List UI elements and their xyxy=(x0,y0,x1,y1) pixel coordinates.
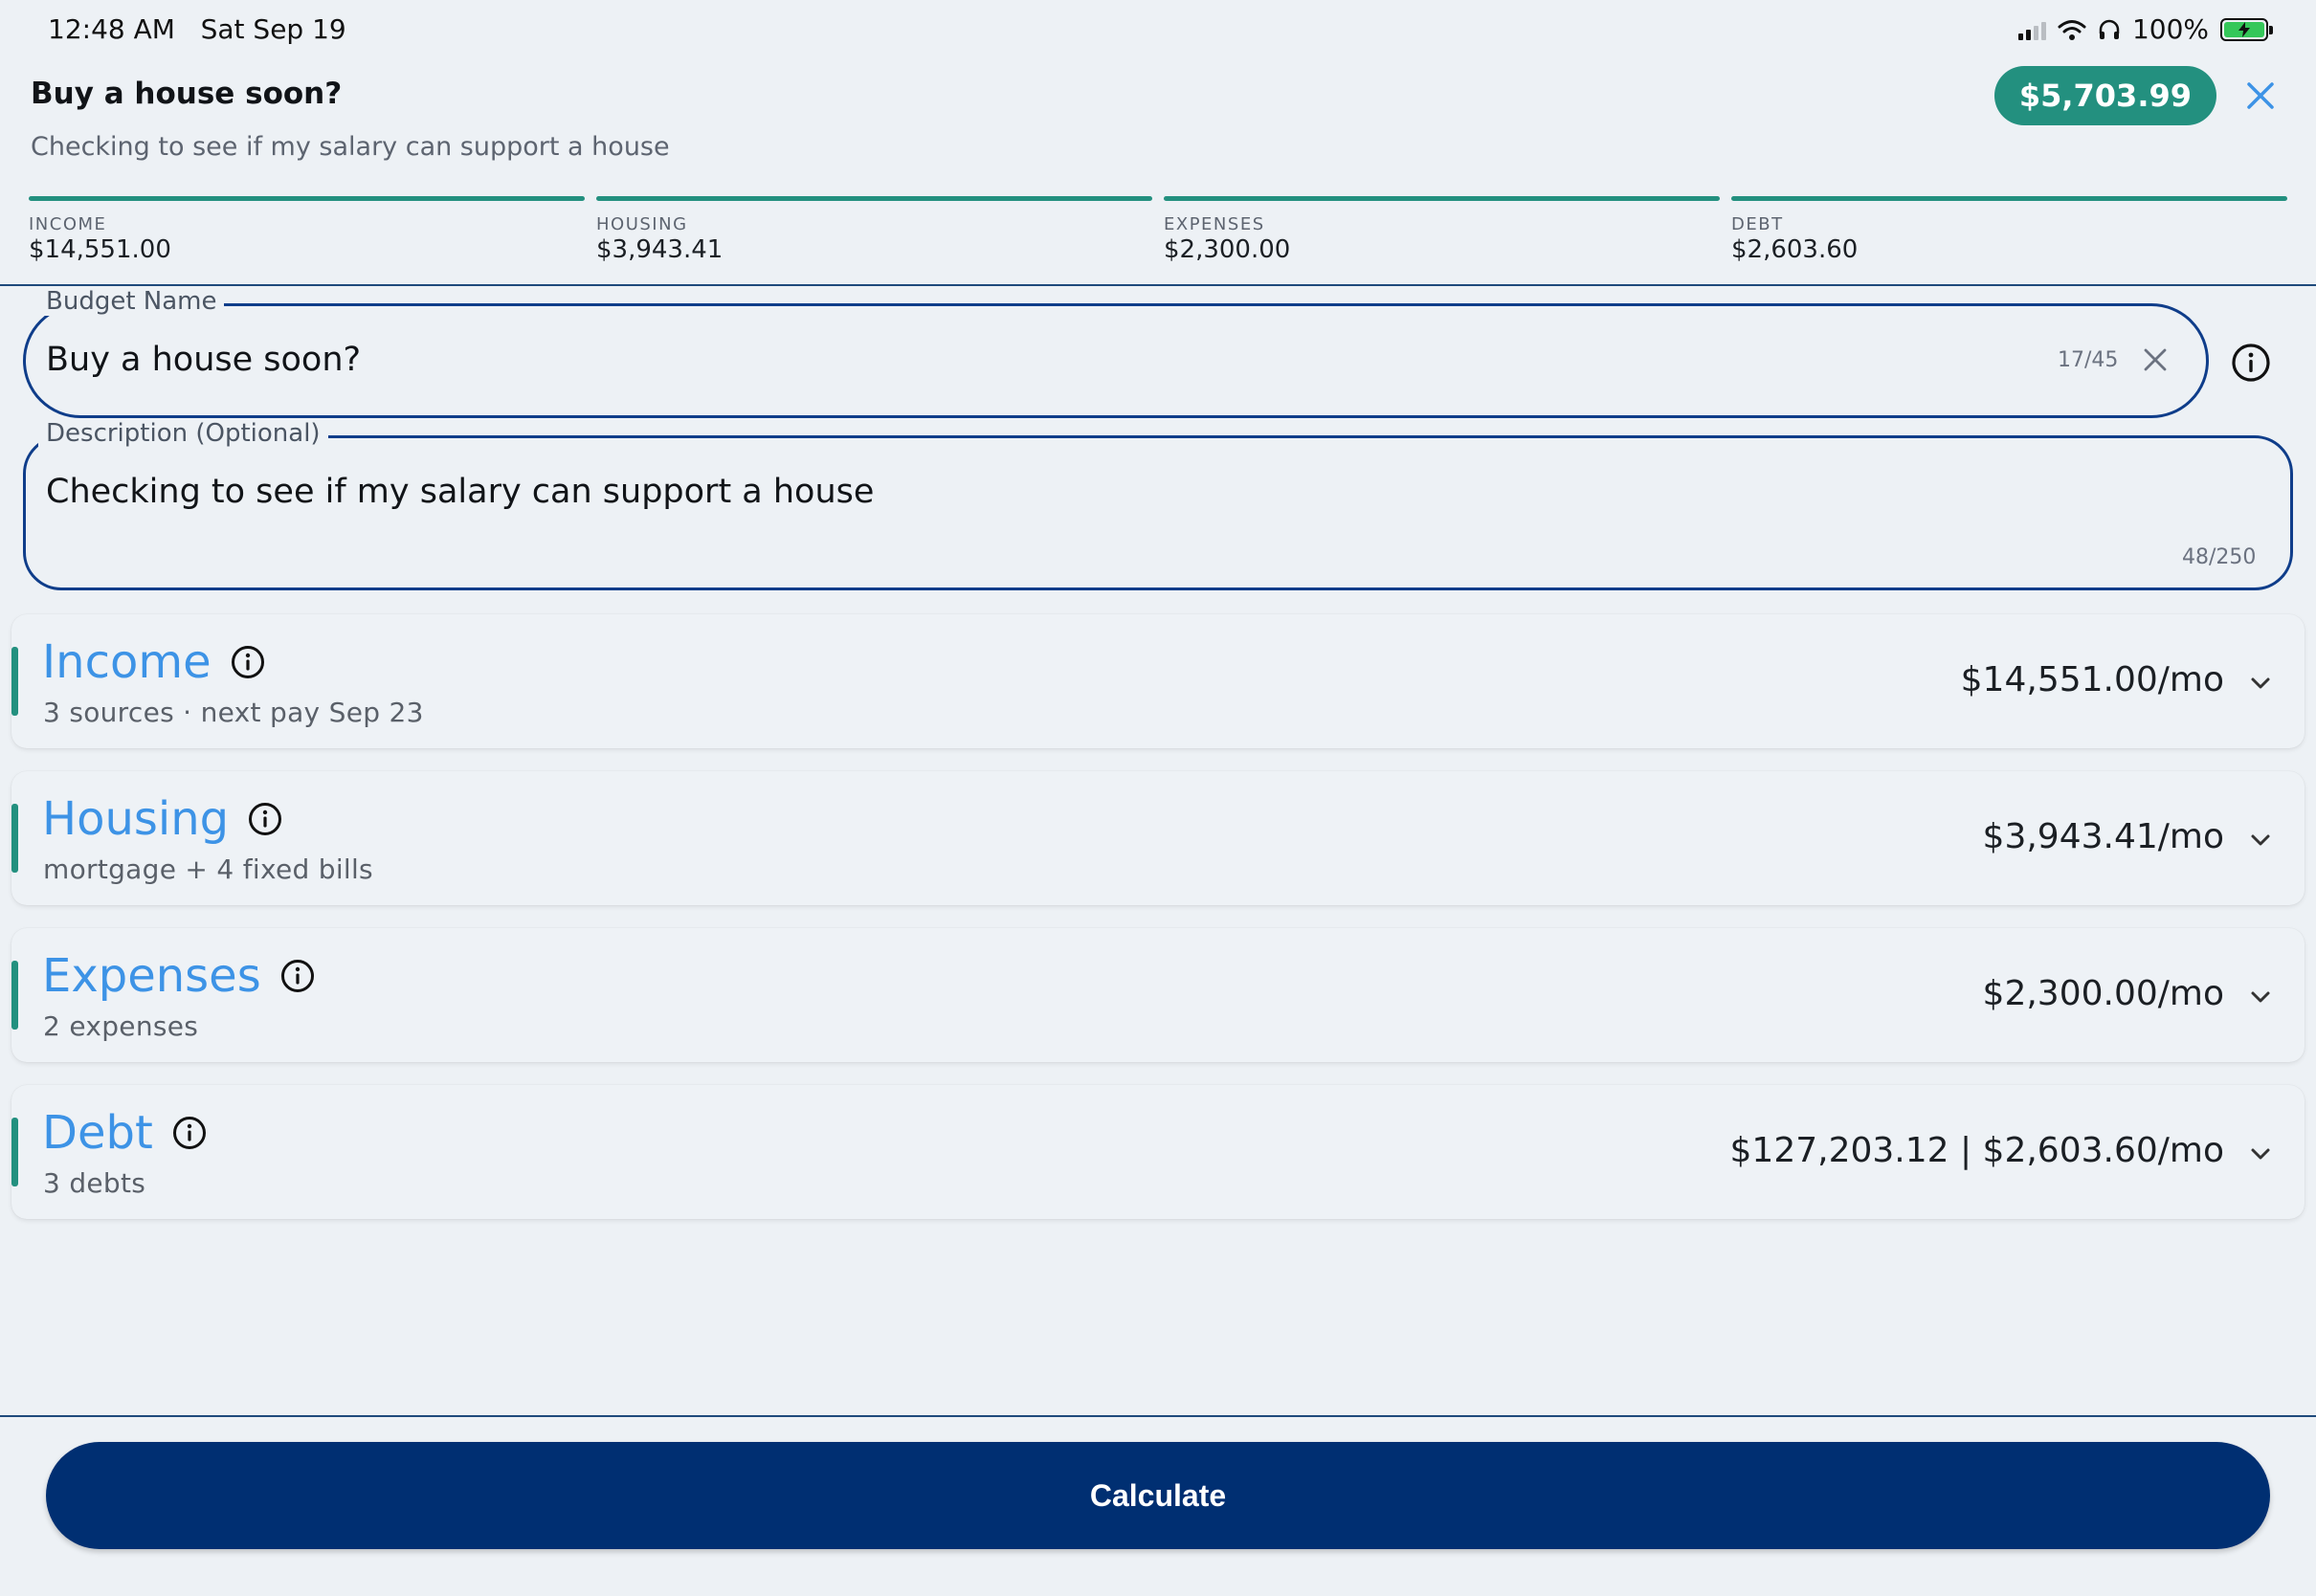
summary-income: INCOME $14,551.00 xyxy=(29,196,585,264)
summary-label: DEBT xyxy=(1731,214,1784,234)
footer-divider xyxy=(0,1415,2316,1417)
card-subtitle: 3 debts xyxy=(43,1167,146,1199)
summary-bar xyxy=(1164,196,1720,201)
summary-value: $3,943.41 xyxy=(596,235,724,264)
page-title: Buy a house soon? xyxy=(31,77,343,111)
description-field[interactable] xyxy=(23,435,2293,590)
budget-name-input[interactable]: Buy a house soon? xyxy=(46,341,361,379)
remaining-total-badge: $5,703.99 xyxy=(1993,66,2216,125)
summary-bar xyxy=(1731,196,2287,201)
card-accent-bar xyxy=(11,804,18,873)
card-accent-bar xyxy=(11,961,18,1030)
clear-icon[interactable] xyxy=(2140,344,2171,375)
battery-percent: 100% xyxy=(2131,13,2209,45)
status-bar-right: 100% xyxy=(2017,13,2273,45)
summary-label: INCOME xyxy=(29,214,107,234)
card-title-text: Housing xyxy=(42,792,230,846)
summary-value: $14,551.00 xyxy=(29,235,171,264)
info-icon[interactable] xyxy=(2230,342,2272,384)
summary-label: EXPENSES xyxy=(1164,214,1265,234)
wifi-icon xyxy=(2058,19,2086,40)
summary-value: $2,300.00 xyxy=(1164,235,1291,264)
info-icon[interactable] xyxy=(278,957,317,995)
status-date: Sat Sep 19 xyxy=(200,13,346,45)
charging-bolt-icon xyxy=(2238,21,2250,37)
card-amount: $3,943.41/mo xyxy=(1982,817,2224,856)
card-title-debt: Debt xyxy=(42,1106,209,1160)
close-icon[interactable] xyxy=(2239,75,2282,117)
card-amount: $2,300.00/mo xyxy=(1982,974,2224,1013)
summary-label: HOUSING xyxy=(596,214,688,234)
card-title-income: Income xyxy=(42,635,267,689)
category-card-income[interactable]: Income 3 sources · next pay Sep 23 $14,5… xyxy=(11,614,2305,748)
status-time: 12:48 AM xyxy=(48,13,175,45)
chevron-down-icon[interactable] xyxy=(2245,668,2276,698)
summary-debt: DEBT $2,603.60 xyxy=(1731,196,2287,264)
header-divider xyxy=(0,284,2316,286)
card-title-text: Income xyxy=(42,635,212,689)
category-card-expenses[interactable]: Expenses 2 expenses $2,300.00/mo xyxy=(11,928,2305,1062)
summary-bar xyxy=(29,196,585,201)
card-subtitle: 2 expenses xyxy=(43,1010,199,1042)
info-icon[interactable] xyxy=(170,1114,209,1152)
description-char-count: 48/250 xyxy=(2182,545,2257,569)
card-title-housing: Housing xyxy=(42,792,284,846)
description-input[interactable]: Checking to see if my salary can support… xyxy=(46,473,874,511)
budget-name-label: Budget Name xyxy=(38,287,225,316)
summary-value: $2,603.60 xyxy=(1731,235,1859,264)
card-amount: $127,203.12 | $2,603.60/mo xyxy=(1729,1131,2224,1170)
summary-expenses: EXPENSES $2,300.00 xyxy=(1164,196,1720,264)
summary-bar xyxy=(596,196,1152,201)
card-subtitle: 3 sources · next pay Sep 23 xyxy=(43,697,424,728)
card-title-text: Expenses xyxy=(42,949,261,1003)
card-title-expenses: Expenses xyxy=(42,949,317,1003)
category-card-debt[interactable]: Debt 3 debts $127,203.12 | $2,603.60/mo xyxy=(11,1085,2305,1219)
chevron-down-icon[interactable] xyxy=(2245,825,2276,855)
category-card-housing[interactable]: Housing mortgage + 4 fixed bills $3,943.… xyxy=(11,771,2305,905)
chevron-down-icon[interactable] xyxy=(2245,1139,2276,1169)
headphones-icon xyxy=(2099,19,2120,39)
cellular-signal-icon xyxy=(2017,19,2046,40)
card-subtitle: mortgage + 4 fixed bills xyxy=(43,853,373,885)
card-accent-bar xyxy=(11,1118,18,1186)
card-accent-bar xyxy=(11,647,18,716)
summary-housing: HOUSING $3,943.41 xyxy=(596,196,1152,264)
calculate-button[interactable]: Calculate xyxy=(46,1442,2270,1549)
status-bar-time: 12:48 AM Sat Sep 19 xyxy=(48,13,346,45)
card-title-text: Debt xyxy=(42,1106,153,1160)
category-summary-strip: INCOME $14,551.00 HOUSING $3,943.41 EXPE… xyxy=(29,196,2287,264)
budget-name-char-count: 17/45 xyxy=(2058,348,2119,372)
chevron-down-icon[interactable] xyxy=(2245,982,2276,1012)
description-label: Description (Optional) xyxy=(38,419,328,448)
page-subtitle: Checking to see if my salary can support… xyxy=(31,132,670,162)
card-amount: $14,551.00/mo xyxy=(1960,660,2224,699)
battery-icon xyxy=(2220,17,2273,41)
info-icon[interactable] xyxy=(229,643,267,681)
info-icon[interactable] xyxy=(246,800,284,838)
